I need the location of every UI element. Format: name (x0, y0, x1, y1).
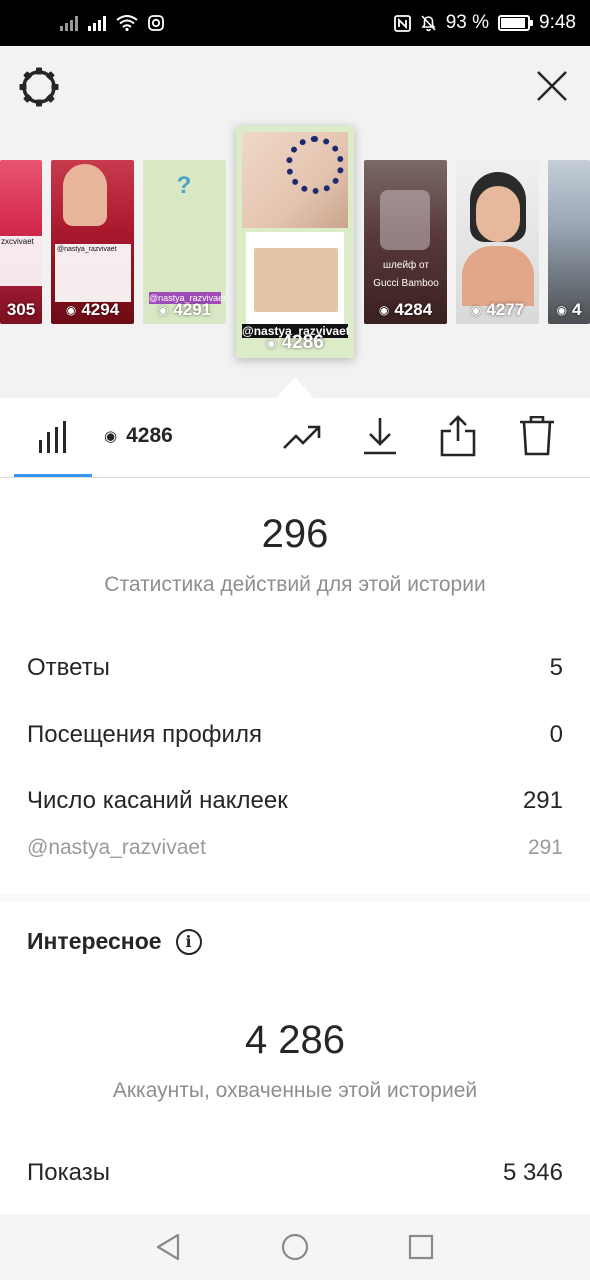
nfc-icon (393, 14, 411, 32)
story-views: 4284 (394, 300, 433, 319)
story-view-count: ◉ 4286 (236, 332, 354, 354)
wifi-icon (116, 15, 138, 31)
stat-value: 0 (549, 721, 563, 748)
story-views: 305 (6, 300, 36, 319)
stat-row-sticker-taps: Число касаний наклеек 291 (27, 787, 563, 815)
reach-count: 4 286 (244, 1018, 346, 1062)
views-count: 4286 (126, 424, 173, 447)
status-bar: 93 % 9:48 (0, 0, 590, 46)
status-right: 93 % 9:48 (393, 12, 576, 34)
selected-story-pointer (276, 377, 314, 398)
stat-row-impressions: Показы 5 346 (27, 1159, 563, 1187)
story-caption: @nastya_razvivaet (55, 244, 131, 302)
eye-icon: ◉ (556, 303, 567, 317)
story-strip: zxcvivaet 305 @nastya_razvivaet ◉ 4294 ? … (0, 46, 590, 398)
stat-value: 5 (549, 654, 563, 681)
actions-caption: Статистика действий для этой истории (104, 573, 486, 596)
stat-label: Посещения профиля (27, 721, 262, 748)
story-views: 4286 (281, 332, 324, 353)
story-hands (462, 246, 534, 306)
story-view-count: 305 (0, 300, 42, 320)
story-thumbnail[interactable]: ? @nastya_razvivaet ◉ 4291 (143, 160, 226, 324)
reach-caption: Аккаунты, охваченные этой историей (112, 1079, 478, 1102)
story-views: 4 (572, 300, 582, 319)
battery-icon (498, 15, 534, 31)
story-face (63, 164, 107, 226)
recents-icon[interactable] (406, 1232, 436, 1262)
story-caption-sub: Gucci Bamboo (373, 278, 439, 289)
stat-row-profile-visits: Посещения профиля 0 (27, 721, 563, 749)
download-icon[interactable] (362, 416, 398, 456)
story-view-count: ◉ 4291 (143, 300, 226, 320)
instagram-icon (148, 15, 164, 31)
stat-row-replies: Ответы 5 (27, 654, 563, 682)
section-divider (0, 894, 590, 902)
battery-percent: 93 % (445, 12, 490, 33)
insights-toolbar: ◉ 4286 (0, 398, 590, 478)
question-icon: ? (176, 172, 192, 199)
story-caption: zxcvivaet (0, 236, 42, 286)
story-view-count: ◉ 4 (548, 300, 590, 320)
stat-value: 291 (522, 787, 563, 814)
share-icon[interactable] (440, 415, 476, 457)
signal-icon (88, 15, 106, 31)
actions-count: 296 (261, 512, 329, 556)
story-view-count: ◉ 4277 (456, 300, 539, 320)
stat-label: @nastya_razvivaet (27, 836, 206, 859)
story-pattern (286, 136, 344, 194)
story-face (476, 186, 520, 242)
discovery-section-title: Интересное i (27, 928, 202, 955)
story-view-count: ◉ 4284 (364, 300, 447, 320)
views-summary[interactable]: ◉ 4286 (104, 424, 173, 448)
story-views: 4294 (81, 300, 120, 319)
eye-icon: ◉ (470, 303, 482, 317)
close-icon[interactable] (534, 68, 570, 104)
stat-value: 291 (527, 836, 563, 859)
system-nav-bar (0, 1214, 590, 1280)
active-tab-indicator (14, 474, 92, 477)
story-thumbnail[interactable]: шлейф от Gucci Bamboo ◉ 4284 (364, 160, 447, 324)
info-icon[interactable]: i (175, 928, 202, 955)
clock: 9:48 (539, 12, 576, 33)
home-icon[interactable] (280, 1232, 310, 1262)
battery-fill (501, 18, 526, 28)
mute-icon (421, 15, 436, 32)
stat-label: Число касаний наклеек (27, 787, 288, 814)
story-thumbnail[interactable]: ◉ 4277 (456, 160, 539, 324)
eye-icon: ◉ (157, 303, 169, 317)
eye-icon: ◉ (65, 303, 77, 317)
story-thumbnail[interactable]: ◉ 4 (548, 160, 590, 324)
story-thumbnail-selected[interactable]: @nastya_razvivaet ◉ 4286 (236, 126, 354, 358)
stat-row-mention-sticker[interactable]: @nastya_razvivaet 291 (27, 836, 563, 860)
signal-icon (60, 15, 78, 31)
trash-icon[interactable] (519, 416, 555, 456)
story-thumbnail[interactable]: @nastya_razvivaet ◉ 4294 (51, 160, 134, 324)
story-views: 4277 (486, 300, 525, 319)
story-child-photo (254, 248, 338, 312)
eye-icon: ◉ (266, 336, 277, 350)
settings-gear-icon[interactable] (18, 66, 60, 108)
perfume-bottle (380, 190, 430, 250)
story-caption: шлейф от (383, 260, 429, 271)
eye-icon: ◉ (378, 303, 390, 317)
stat-label: Ответы (27, 654, 110, 681)
story-view-count: ◉ 4294 (51, 300, 134, 320)
eye-icon: ◉ (104, 428, 118, 445)
section-title-text: Интересное (27, 928, 162, 954)
stat-value: 5 346 (502, 1159, 563, 1186)
trending-icon[interactable] (282, 422, 322, 452)
story-views: 4291 (173, 300, 212, 319)
back-icon[interactable] (154, 1232, 184, 1262)
stat-label: Показы (27, 1159, 110, 1186)
story-thumbnail[interactable]: zxcvivaet 305 (0, 160, 42, 324)
status-left (60, 15, 164, 31)
bar-chart-icon[interactable] (38, 420, 68, 454)
